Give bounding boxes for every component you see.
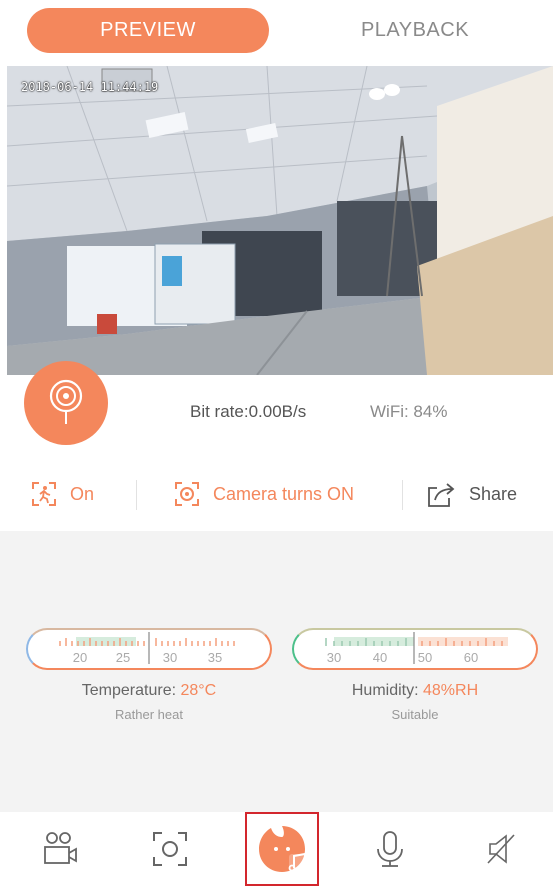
active-item-outline: [245, 812, 319, 886]
live-pin-icon: [49, 379, 83, 424]
humidity-tick: 50: [418, 650, 432, 665]
camera-power-toggle[interactable]: Camera turns ON: [173, 472, 354, 516]
temperature-value: 28°C: [180, 682, 217, 699]
camera-scene: [7, 66, 553, 375]
video-call-button[interactable]: [28, 812, 92, 886]
bitrate-value: 0.00B/s: [248, 402, 307, 421]
control-row: On Camera turns ON Share: [0, 472, 553, 516]
humidity-readout: Humidity: 48%RH: [292, 682, 538, 700]
contacts-camera-icon: [44, 832, 77, 864]
talk-button[interactable]: [358, 812, 422, 886]
view-tabs: PREVIEW PLAYBACK: [0, 8, 553, 54]
temperature-status: Rather heat: [115, 707, 183, 722]
wifi-readout: WiFi: 84%: [370, 402, 448, 421]
bottom-toolbar: [0, 812, 553, 886]
motion-detection-toggle[interactable]: On: [30, 472, 94, 516]
microphone-icon: [377, 831, 403, 867]
humidity-scale: 30 40 50 60: [325, 632, 508, 665]
tab-preview[interactable]: PREVIEW: [27, 8, 269, 53]
temperature-readout: Temperature: 28°C: [26, 682, 272, 700]
humidity-label: Humidity:: [351, 682, 423, 699]
video-timestamp: 2018-06-14 11:44:19: [21, 80, 159, 94]
humidity-tick: 40: [373, 650, 387, 665]
humidity-status: Suitable: [391, 707, 439, 722]
screenshot-icon: [153, 832, 187, 866]
sensor-panel: 20 25 30 35 Temperature: 28°C Rather hea…: [0, 531, 553, 812]
temperature-gauge: 20 25 30 35: [26, 628, 272, 670]
speaker-mute-icon: [487, 834, 515, 864]
share-label: Share: [469, 483, 518, 504]
motion-detect-icon: [30, 480, 58, 508]
humidity-tick: 30: [327, 650, 341, 665]
temperature-label: Temperature:: [81, 682, 181, 699]
live-monitor-button[interactable]: [24, 361, 108, 445]
control-divider: [402, 480, 403, 510]
humidity-gauge: 30 40 50 60: [292, 628, 538, 670]
share-icon: [425, 480, 457, 508]
humidity-value: 48%RH: [422, 682, 479, 699]
tab-playback[interactable]: PLAYBACK: [305, 8, 525, 53]
humidity-tick: 60: [464, 650, 478, 665]
temperature-tick: 35: [208, 650, 222, 665]
temperature-tick: 20: [73, 650, 87, 665]
control-divider: [136, 480, 137, 510]
temperature-tick: 25: [116, 650, 130, 665]
live-video-feed[interactable]: 2018-06-14 11:44:19: [7, 66, 553, 375]
motion-detection-label: On: [70, 483, 95, 504]
snapshot-button[interactable]: [138, 812, 202, 886]
temperature-tick: 30: [163, 650, 177, 665]
bitrate-readout: Bit rate:0.00B/s: [190, 402, 306, 422]
bitrate-label: Bit rate:: [190, 402, 249, 421]
camera-lens-icon: [173, 480, 201, 508]
share-button[interactable]: Share: [425, 472, 517, 516]
camera-power-label: Camera turns ON: [213, 483, 355, 504]
mute-button[interactable]: [470, 812, 534, 886]
temperature-scale: 20 25 30 35: [59, 632, 235, 665]
